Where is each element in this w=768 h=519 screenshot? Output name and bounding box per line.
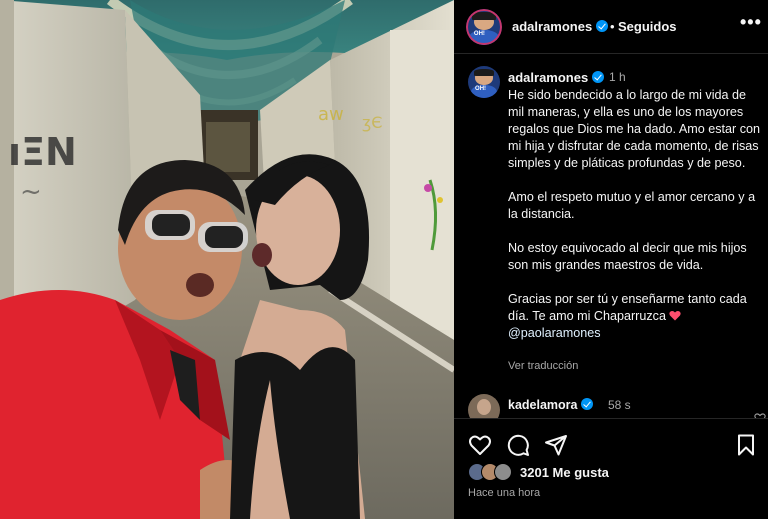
comment-username[interactable]: kadelamora	[508, 398, 594, 412]
svg-text:aw: aw	[318, 104, 344, 125]
heart-icon[interactable]	[468, 433, 492, 457]
svg-text:ıΞN: ıΞN	[8, 130, 77, 174]
caption-text: He sido bendecido a lo largo de mi vida …	[508, 87, 762, 342]
post-time-ago: Hace una hora	[468, 487, 541, 499]
verified-badge-icon	[581, 398, 594, 410]
bookmark-icon[interactable]	[734, 433, 758, 457]
post-header: OH! adalramones • Seguidos •••	[454, 0, 768, 54]
caption-section: OH! adalramones 1 h He sido bendecido a …	[454, 62, 768, 418]
caption-last-text: Gracias por ser tú y enseñarme tanto cad…	[508, 292, 747, 323]
header-separator: •	[610, 19, 615, 34]
svg-text:~: ~	[20, 177, 42, 207]
share-paper-plane-icon[interactable]	[544, 433, 568, 457]
post-sidebar: OH! adalramones • Seguidos ••• OH! adalr…	[454, 0, 768, 519]
caption-author-avatar[interactable]: OH!	[468, 66, 500, 98]
post-actions: 3201 Me gusta Hace una hora	[454, 418, 768, 519]
svg-text:ӡЄ: ӡЄ	[362, 113, 382, 132]
see-translation-link[interactable]: Ver traducción	[508, 360, 578, 372]
follow-status-button[interactable]: Seguidos	[618, 19, 677, 34]
author-avatar[interactable]: OH!	[466, 9, 502, 45]
heart-emoji-icon	[669, 310, 682, 321]
comment-timestamp: 58 s	[608, 398, 631, 412]
more-options-icon[interactable]: •••	[740, 13, 761, 36]
caption-paragraph: He sido bendecido a lo largo de mi vida …	[508, 88, 761, 170]
verified-badge-icon	[592, 71, 605, 83]
caption-paragraph-last: Gracias por ser tú y enseñarme tanto cad…	[508, 291, 762, 342]
comment-avatar[interactable]	[468, 394, 500, 418]
mention-link[interactable]: @paolaramones	[508, 326, 601, 340]
comment-item: kadelamora 58 s ♥♥♥♥♥♥	[468, 394, 768, 418]
post-photo-illustration: ıΞN ~ aw ӡЄ	[0, 0, 454, 519]
caption-paragraph: Amo el respeto mutuo y el amor cercano y…	[508, 190, 756, 221]
likes-count[interactable]: 3201 Me gusta	[520, 465, 609, 480]
post-photo[interactable]: ıΞN ~ aw ӡЄ	[0, 0, 454, 519]
caption-paragraph: No estoy equivocado al decir que mis hij…	[508, 241, 747, 272]
comment-bubble-icon[interactable]	[506, 433, 530, 457]
caption-timestamp: 1 h	[609, 70, 626, 84]
verified-badge-icon	[596, 20, 609, 32]
caption-username[interactable]: adalramones	[508, 70, 605, 85]
liker-avatar	[494, 463, 512, 481]
author-username[interactable]: adalramones	[512, 19, 609, 34]
